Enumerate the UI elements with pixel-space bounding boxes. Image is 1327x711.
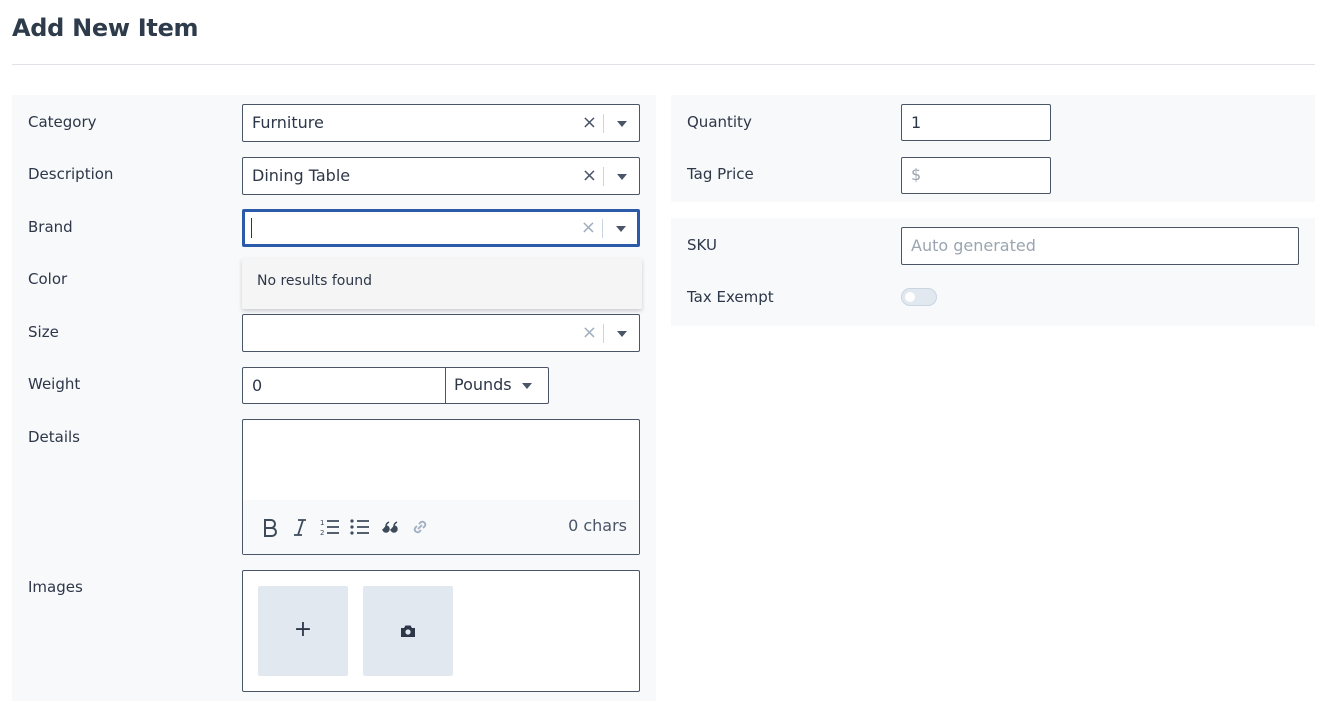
clear-icon[interactable]: ×	[582, 165, 597, 187]
tag-price-label: Tag Price	[687, 165, 754, 183]
editor-toolbar: 12 0 chars	[243, 500, 639, 554]
clear-icon[interactable]: ×	[581, 217, 596, 239]
description-value: Dining Table	[252, 166, 351, 185]
clear-icon[interactable]: ×	[582, 112, 597, 134]
brand-select[interactable]: ×	[242, 209, 640, 247]
description-select[interactable]: Dining Table ×	[242, 157, 640, 195]
tax-exempt-toggle[interactable]	[901, 288, 937, 306]
svg-text:2: 2	[320, 529, 324, 537]
weight-value: 0	[252, 376, 263, 395]
select-separator	[603, 324, 604, 343]
select-separator	[603, 114, 604, 133]
description-label: Description	[28, 165, 114, 183]
weight-label: Weight	[28, 375, 81, 393]
category-label: Category	[28, 113, 97, 131]
tag-price-input[interactable]: $	[901, 157, 1051, 194]
select-separator	[602, 219, 603, 238]
sku-placeholder: Auto generated	[911, 236, 1036, 255]
category-select[interactable]: Furniture ×	[242, 104, 640, 142]
chevron-down-icon[interactable]	[617, 121, 627, 127]
brand-label: Brand	[28, 218, 73, 236]
link-icon[interactable]	[409, 516, 431, 538]
char-count: 0 chars	[568, 516, 627, 535]
size-label: Size	[28, 323, 59, 341]
svg-text:1: 1	[320, 519, 324, 527]
details-editor[interactable]: 12 0 chars	[242, 419, 640, 555]
brand-dropdown-menu: No results found	[242, 258, 642, 309]
quantity-input[interactable]: 1	[901, 104, 1051, 141]
add-image-button[interactable]: +	[258, 586, 348, 676]
plus-icon: +	[293, 617, 313, 642]
size-select[interactable]: ×	[242, 314, 640, 352]
sku-label: SKU	[687, 236, 717, 254]
camera-icon	[401, 625, 415, 637]
text-cursor	[251, 218, 252, 238]
currency-prefix: $	[911, 165, 922, 184]
toggle-knob	[905, 292, 915, 302]
images-label: Images	[28, 578, 83, 596]
page-title: Add New Item	[12, 14, 199, 42]
select-separator	[603, 167, 604, 186]
details-label: Details	[28, 428, 81, 446]
title-divider	[12, 64, 1315, 65]
ordered-list-icon[interactable]: 12	[319, 516, 341, 538]
quantity-value: 1	[911, 113, 922, 132]
color-label: Color	[28, 270, 68, 288]
weight-input[interactable]: 0	[242, 367, 446, 404]
quantity-label: Quantity	[687, 113, 752, 131]
weight-unit-value: Pounds	[454, 375, 512, 394]
chevron-down-icon[interactable]	[617, 331, 627, 337]
images-box: +	[242, 570, 640, 692]
clear-icon[interactable]: ×	[582, 322, 597, 344]
bullet-list-icon[interactable]	[349, 516, 371, 538]
chevron-down-icon[interactable]	[616, 226, 626, 232]
italic-icon[interactable]	[289, 516, 311, 538]
category-value: Furniture	[252, 113, 324, 132]
chevron-down-icon[interactable]	[617, 174, 627, 180]
chevron-down-icon	[522, 383, 532, 389]
camera-button[interactable]	[363, 586, 453, 676]
sku-input[interactable]: Auto generated	[901, 227, 1299, 265]
bold-icon[interactable]	[259, 516, 281, 538]
quote-icon[interactable]	[379, 516, 401, 538]
weight-unit-select[interactable]: Pounds	[445, 367, 549, 404]
no-results-message: No results found	[257, 273, 372, 289]
tax-exempt-label: Tax Exempt	[687, 288, 774, 306]
